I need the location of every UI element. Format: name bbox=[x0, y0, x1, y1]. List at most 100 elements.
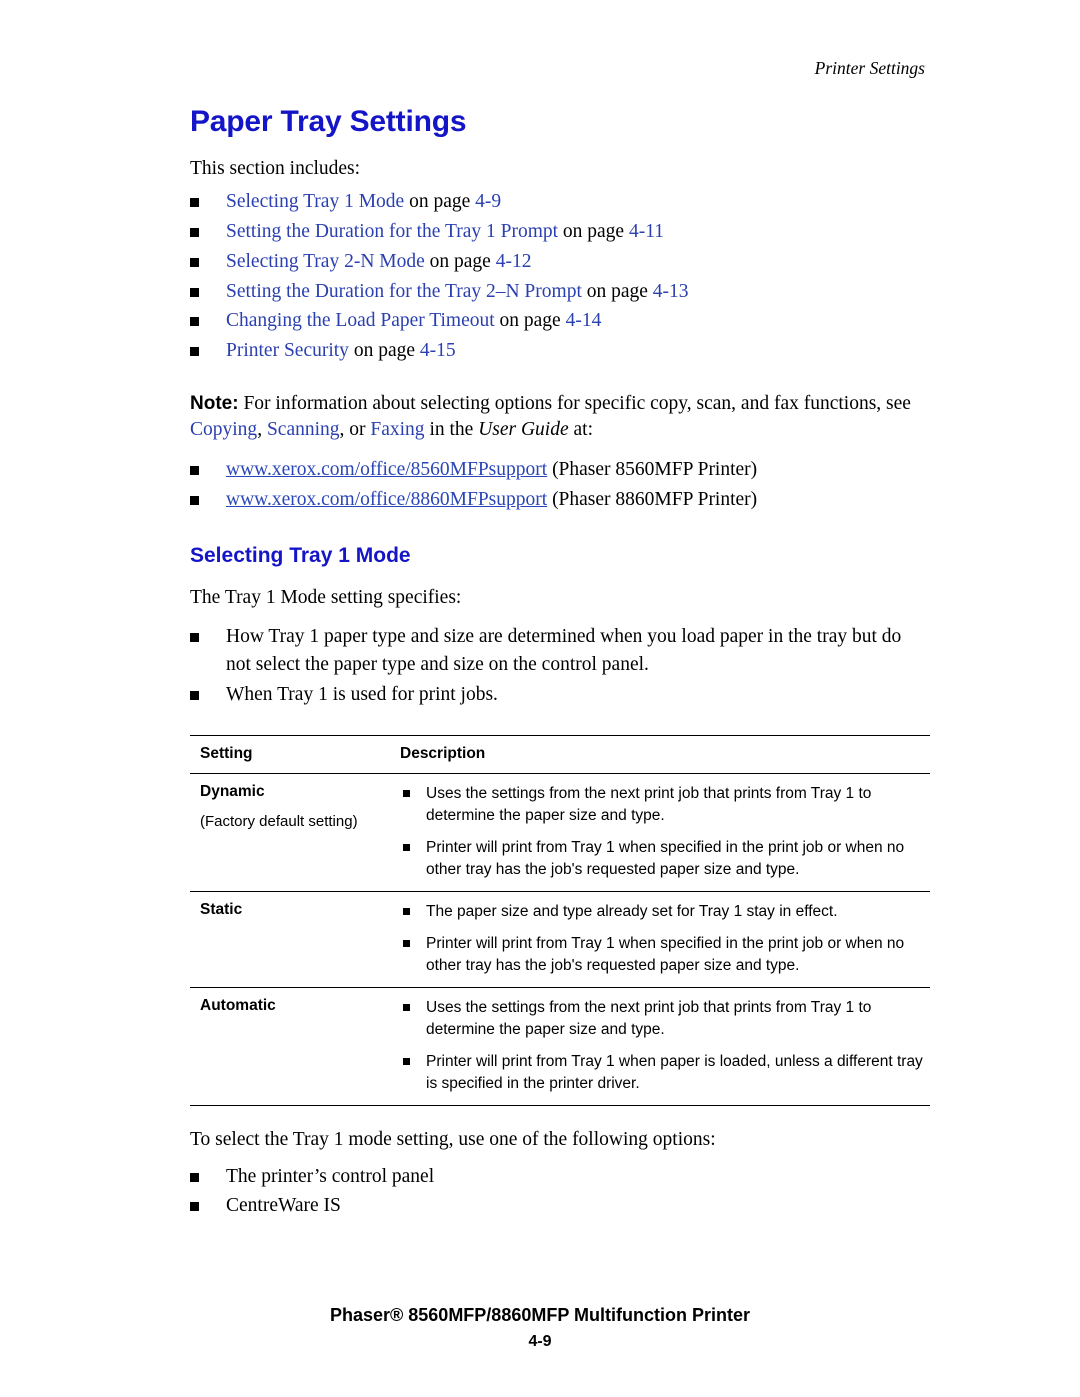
list-item-text: How Tray 1 paper type and size are deter… bbox=[226, 625, 902, 675]
list-item-text: Printer will print from Tray 1 when spec… bbox=[426, 934, 905, 974]
bullet-square-icon bbox=[190, 317, 199, 327]
bullet-square-icon bbox=[190, 1172, 199, 1182]
toc-item[interactable]: Selecting Tray 2-N Mode on page 4-12 bbox=[190, 248, 930, 276]
toc-link[interactable]: Selecting Tray 2-N Mode bbox=[226, 251, 425, 272]
toc-item[interactable]: Changing the Load Paper Timeout on page … bbox=[190, 307, 930, 335]
bullet-square-icon bbox=[403, 1057, 410, 1065]
list-item: CentreWare IS bbox=[190, 1192, 930, 1220]
toc-item[interactable]: Setting the Duration for the Tray 1 Prom… bbox=[190, 218, 930, 246]
list-item-text: The printer’s control panel bbox=[226, 1165, 435, 1187]
tray-mode-table: Setting Description Dynamic (Factory def… bbox=[190, 734, 930, 1106]
bullet-square-icon bbox=[190, 287, 199, 297]
table-cell-description: Uses the settings from the next print jo… bbox=[400, 774, 930, 891]
intro-text: This section includes: bbox=[190, 158, 361, 179]
support-label: (Phaser 8860MFP Printer) bbox=[547, 489, 758, 511]
table-row: Dynamic (Factory default setting) Uses t… bbox=[190, 774, 930, 892]
bullet-square-icon bbox=[403, 843, 410, 851]
list-item-text: CentreWare IS bbox=[226, 1195, 341, 1217]
support-url[interactable]: www.xerox.com/office/8860MFPsupport bbox=[226, 489, 547, 510]
support-label: (Phaser 8560MFP Printer) bbox=[547, 459, 758, 481]
list-item: Printer will print from Tray 1 when spec… bbox=[400, 837, 924, 881]
list-item: When Tray 1 is used for print jobs. bbox=[190, 681, 930, 709]
table-cell-setting: Static bbox=[190, 892, 400, 987]
toc-item[interactable]: Setting the Duration for the Tray 2–N Pr… bbox=[190, 278, 930, 306]
toc-page: 4-12 bbox=[495, 250, 532, 272]
toc-page: 4-13 bbox=[652, 280, 689, 302]
toc-item[interactable]: Printer Security on page 4-15 bbox=[190, 337, 930, 365]
toc-tail: on page bbox=[581, 280, 653, 302]
bullet-square-icon bbox=[403, 939, 410, 947]
toc-tail: on page bbox=[558, 220, 629, 242]
table-header-cell-description: Description bbox=[400, 736, 930, 773]
bullet-square-icon bbox=[190, 690, 199, 700]
section-lead: The Tray 1 Mode setting specifies: bbox=[190, 586, 462, 608]
toc-link[interactable]: Changing the Load Paper Timeout bbox=[226, 310, 495, 331]
document-page: Printer Settings Paper Tray Settings Thi… bbox=[0, 0, 1080, 1397]
bullet-square-icon bbox=[403, 1003, 410, 1011]
support-link-item[interactable]: www.xerox.com/office/8860MFPsupport (Pha… bbox=[190, 486, 930, 514]
note-sep-2: , or bbox=[339, 418, 371, 440]
toc-link[interactable]: Selecting Tray 1 Mode bbox=[226, 191, 404, 212]
note-text-3: at: bbox=[568, 418, 594, 440]
running-head: Printer Settings bbox=[814, 58, 925, 78]
table-header-cell-setting: Setting bbox=[190, 736, 400, 773]
page-title: Paper Tray Settings bbox=[190, 105, 467, 138]
toc-tail: on page bbox=[348, 340, 420, 362]
list-item: Uses the settings from the next print jo… bbox=[400, 997, 924, 1041]
list-item: Uses the settings from the next print jo… bbox=[400, 783, 924, 827]
bullet-square-icon bbox=[190, 1202, 199, 1212]
list-item: How Tray 1 paper type and size are deter… bbox=[190, 623, 930, 679]
support-link-list: www.xerox.com/office/8560MFPsupport (Pha… bbox=[190, 456, 930, 514]
support-url[interactable]: www.xerox.com/office/8560MFPsupport bbox=[226, 459, 547, 480]
footer-page-number: 4-9 bbox=[528, 1333, 552, 1350]
note-block: Note: For information about selecting op… bbox=[190, 391, 930, 442]
section-heading: Selecting Tray 1 Mode bbox=[190, 543, 411, 567]
note-sep-1: , bbox=[257, 418, 267, 440]
list-item: The paper size and type already set for … bbox=[400, 901, 924, 923]
toc-link[interactable]: Setting the Duration for the Tray 2–N Pr… bbox=[226, 281, 582, 302]
bullet-square-icon bbox=[403, 789, 410, 797]
bullet-square-icon bbox=[190, 496, 199, 506]
table-row: Static The paper size and type already s… bbox=[190, 892, 930, 988]
toc-page: 4-9 bbox=[475, 190, 502, 212]
bullet-square-icon bbox=[190, 197, 199, 207]
bullet-square-icon bbox=[190, 257, 199, 267]
table-cell-description: Uses the settings from the next print jo… bbox=[400, 988, 930, 1105]
toc-page: 4-14 bbox=[565, 310, 602, 332]
list-item-text: Printer will print from Tray 1 when pape… bbox=[426, 1052, 923, 1092]
setting-name: Static bbox=[200, 900, 243, 918]
bullet-square-icon bbox=[190, 632, 199, 642]
list-item: The printer’s control panel bbox=[190, 1163, 930, 1191]
list-item-text: The paper size and type already set for … bbox=[426, 902, 838, 920]
section-bullet-list: How Tray 1 paper type and size are deter… bbox=[190, 623, 930, 709]
list-item-text: Uses the settings from the next print jo… bbox=[426, 998, 872, 1038]
description-list: Uses the settings from the next print jo… bbox=[400, 783, 924, 881]
toc-tail: on page bbox=[404, 190, 476, 212]
table-header-text: Description bbox=[400, 744, 486, 762]
table-row: Automatic Uses the settings from the nex… bbox=[190, 988, 930, 1105]
toc-list: Selecting Tray 1 Mode on page 4-9 Settin… bbox=[190, 188, 930, 365]
toc-item[interactable]: Selecting Tray 1 Mode on page 4-9 bbox=[190, 188, 930, 216]
note-label: Note: bbox=[190, 393, 239, 415]
toc-page: 4-15 bbox=[419, 340, 456, 362]
bullet-square-icon bbox=[190, 227, 199, 237]
page-content: Paper Tray Settings This section include… bbox=[190, 105, 930, 1220]
footer-product-name: Phaser® 8560MFP/8860MFP Multifunction Pr… bbox=[329, 1305, 751, 1325]
bullet-square-icon bbox=[190, 466, 199, 476]
list-item-text: Printer will print from Tray 1 when spec… bbox=[426, 838, 905, 878]
table-cell-setting: Automatic bbox=[190, 988, 400, 1105]
note-link-copying[interactable]: Copying bbox=[190, 419, 257, 440]
toc-link[interactable]: Printer Security bbox=[226, 340, 349, 361]
setting-name: Dynamic bbox=[200, 782, 265, 800]
note-link-faxing[interactable]: Faxing bbox=[370, 419, 424, 440]
closing-bullet-list: The printer’s control panel CentreWare I… bbox=[190, 1163, 930, 1221]
toc-tail: on page bbox=[494, 310, 566, 332]
description-list: Uses the settings from the next print jo… bbox=[400, 997, 924, 1095]
setting-subtitle: (Factory default setting) bbox=[200, 812, 358, 830]
note-link-scanning[interactable]: Scanning bbox=[267, 419, 340, 440]
table-header-row: Setting Description bbox=[190, 736, 930, 774]
table-cell-description: The paper size and type already set for … bbox=[400, 892, 930, 987]
page-footer: Phaser® 8560MFP/8860MFP Multifunction Pr… bbox=[0, 1305, 1080, 1351]
support-link-item[interactable]: www.xerox.com/office/8560MFPsupport (Pha… bbox=[190, 456, 930, 484]
toc-link[interactable]: Setting the Duration for the Tray 1 Prom… bbox=[226, 221, 558, 242]
